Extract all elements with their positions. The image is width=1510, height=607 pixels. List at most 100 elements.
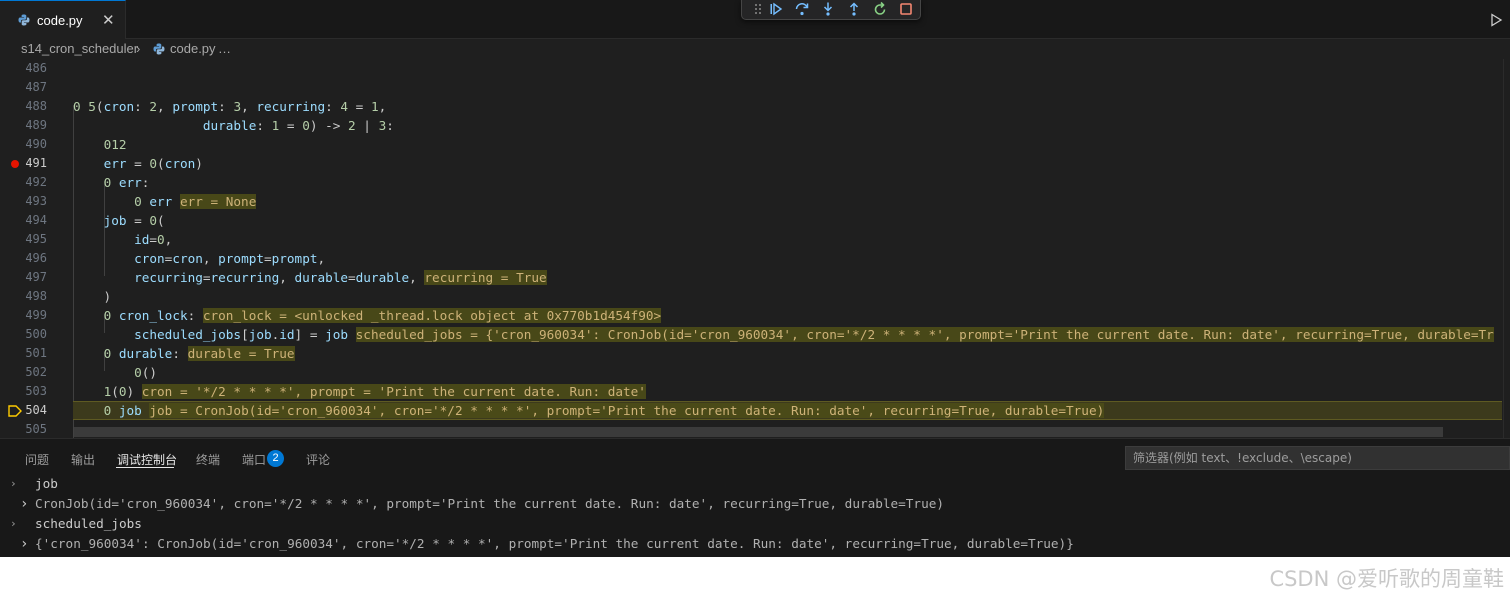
breadcrumb-file[interactable]: code.py xyxy=(170,41,216,56)
line-number[interactable]: 495 xyxy=(0,230,47,249)
inline-debug-value: recurring = True xyxy=(424,270,547,285)
breadcrumb-symbol[interactable]: … xyxy=(218,41,231,56)
console-filter-input[interactable] xyxy=(1125,446,1510,470)
code-text[interactable]: 0() xyxy=(73,363,157,382)
inline-debug-value: err = None xyxy=(179,194,257,209)
code-line[interactable]: 496 cron=cron, prompt=prompt, xyxy=(0,249,1504,268)
line-number[interactable]: 498 xyxy=(0,287,47,306)
code-source: ) xyxy=(73,289,112,304)
step-into-icon[interactable] xyxy=(820,1,838,18)
inline-debug-value: durable = True xyxy=(187,346,295,361)
close-icon[interactable]: ✕ xyxy=(102,11,115,29)
code-editor[interactable]: 486 487 488 0 5(cron: 2, prompt: 3, recurri… xyxy=(0,59,1510,438)
line-number[interactable]: 491 xyxy=(0,154,47,173)
code-source: 0 durable: xyxy=(103,346,180,361)
tab-debug-console[interactable]: 调试控制台 xyxy=(117,451,177,468)
tab-code-py[interactable]: code.py ✕ xyxy=(0,0,126,39)
code-line[interactable]: 503 1(0) cron = '*/2 * * * *', prompt = … xyxy=(0,382,1504,401)
code-source: job = 0( xyxy=(103,213,165,228)
code-text[interactable]: recurring=recurring, durable=durable, re… xyxy=(73,268,547,287)
code-text[interactable]: 0 err err = None xyxy=(73,192,257,211)
line-number[interactable]: 499 xyxy=(0,306,47,325)
code-line[interactable]: 493 0 err err = None xyxy=(0,192,1504,211)
code-line[interactable]: 498 ) xyxy=(0,287,1504,306)
code-line[interactable]: 491 err = 0(cron) xyxy=(0,154,1504,173)
code-line[interactable]: 502 0() xyxy=(0,363,1504,382)
code-line[interactable]: 486 xyxy=(0,59,1504,78)
code-text[interactable]: id=0, xyxy=(73,230,172,249)
code-line[interactable]: 487 xyxy=(0,78,1504,97)
code-text[interactable]: cron=cron, prompt=prompt, xyxy=(73,249,325,268)
code-text[interactable]: 012 xyxy=(73,135,127,154)
line-number[interactable]: 500 xyxy=(0,325,47,344)
run-icon[interactable] xyxy=(1488,12,1504,28)
tab-label: code.py xyxy=(37,13,83,28)
line-number[interactable]: 490 xyxy=(0,135,47,154)
step-out-icon[interactable] xyxy=(846,1,864,18)
line-number[interactable]: 493 xyxy=(0,192,47,211)
line-number[interactable]: 505 xyxy=(0,420,47,438)
ports-count-badge: 2 xyxy=(267,450,284,467)
code-text[interactable]: job = 0( xyxy=(73,211,165,230)
code-source: 0() xyxy=(134,365,158,380)
code-line[interactable]: 488 0 5(cron: 2, prompt: 3, recurring: 4 … xyxy=(0,97,1504,116)
code-line[interactable]: 489 durable: 1 = 0) -> 2 | 3: xyxy=(0,116,1504,135)
code-line[interactable]: 495 id=0, xyxy=(0,230,1504,249)
console-output-line[interactable]: › CronJob(id='cron_960034', cron='*/2 * *… xyxy=(0,494,1510,514)
line-number[interactable]: 502 xyxy=(0,363,47,382)
code-text[interactable]: ) xyxy=(73,287,112,306)
code-text[interactable]: 0 job job = CronJob(id='cron_960034', cr… xyxy=(73,401,1105,420)
code-text[interactable]: 0 err: xyxy=(73,173,150,192)
code-text[interactable]: scheduled_jobs[job.id] = job scheduled_j… xyxy=(73,325,1494,344)
code-text[interactable]: 0 durable: durable = True xyxy=(73,344,295,363)
code-line[interactable]: 494 job = 0( xyxy=(0,211,1504,230)
tab-comments[interactable]: 评论 xyxy=(306,451,330,468)
code-line[interactable]: 499 0 cron_lock: cron_lock = <unlocked _… xyxy=(0,306,1504,325)
line-number[interactable]: 494 xyxy=(0,211,47,230)
step-over-icon[interactable] xyxy=(794,1,812,18)
code-source: scheduled_jobs[job.id] = job xyxy=(134,327,349,342)
code-text[interactable]: 1(0) cron = '*/2 * * * *', prompt = 'Pri… xyxy=(73,382,646,401)
line-number[interactable]: 503 xyxy=(0,382,47,401)
code-text[interactable]: 0 5(cron: 2, prompt: 3, recurring: 4 = 1… xyxy=(73,97,386,116)
line-number[interactable]: 497 xyxy=(0,268,47,287)
debug-toolbar xyxy=(741,0,921,20)
line-number[interactable]: 492 xyxy=(0,173,47,192)
horizontal-scrollbar[interactable] xyxy=(73,427,1443,437)
vscode-window: code.py ✕ s14_cron_scheduler › code.py …… xyxy=(0,0,1510,557)
line-number[interactable]: 504 xyxy=(0,401,47,420)
code-line[interactable]: 504 0 job job = CronJob(id='cron_960034'… xyxy=(0,401,1504,420)
console-text: CronJob(id='cron_960034', cron='*/2 * * … xyxy=(35,496,944,511)
tab-ports[interactable]: 端口 xyxy=(242,451,266,468)
line-number[interactable]: 501 xyxy=(0,344,47,363)
code-text[interactable]: err = 0(cron) xyxy=(73,154,203,173)
code-text[interactable]: durable: 1 = 0) -> 2 | 3: xyxy=(73,116,394,135)
expand-chevron-icon[interactable]: › xyxy=(20,494,28,514)
continue-icon[interactable] xyxy=(768,1,786,18)
code-line[interactable]: 490 012 xyxy=(0,135,1504,154)
tab-output[interactable]: 输出 xyxy=(71,451,95,468)
line-number[interactable]: 487 xyxy=(0,78,47,97)
code-line[interactable]: 500 scheduled_jobs[job.id] = job schedul… xyxy=(0,325,1504,344)
grip-icon[interactable] xyxy=(750,1,768,18)
code-line[interactable]: 497 recurring=recurring, durable=durable… xyxy=(0,268,1504,287)
restart-icon[interactable] xyxy=(872,1,890,18)
code-line[interactable]: 501 0 durable: durable = True xyxy=(0,344,1504,363)
code-source: 0 cron_lock: xyxy=(103,308,196,323)
line-number[interactable]: 496 xyxy=(0,249,47,268)
code-source: err = 0(cron) xyxy=(103,156,203,171)
code-line[interactable]: 492 0 err: xyxy=(0,173,1504,192)
tab-problems[interactable]: 问题 xyxy=(25,451,49,468)
code-source: 1(0) xyxy=(103,384,135,399)
console-output-line[interactable]: › {'cron_960034': CronJob(id='cron_960034… xyxy=(0,534,1510,554)
breadcrumb-folder[interactable]: s14_cron_scheduler xyxy=(21,41,138,56)
inline-debug-value: scheduled_jobs = {'cron_960034': CronJob… xyxy=(355,327,1494,342)
line-number[interactable]: 489 xyxy=(0,116,47,135)
stop-icon[interactable] xyxy=(898,1,916,18)
tab-terminal[interactable]: 终端 xyxy=(196,451,220,468)
expand-chevron-icon[interactable]: › xyxy=(20,534,28,554)
vertical-scrollbar[interactable] xyxy=(1503,59,1510,438)
code-text[interactable]: 0 cron_lock: cron_lock = <unlocked _thre… xyxy=(73,306,662,325)
line-number[interactable]: 488 xyxy=(0,97,47,116)
line-number[interactable]: 486 xyxy=(0,59,47,78)
